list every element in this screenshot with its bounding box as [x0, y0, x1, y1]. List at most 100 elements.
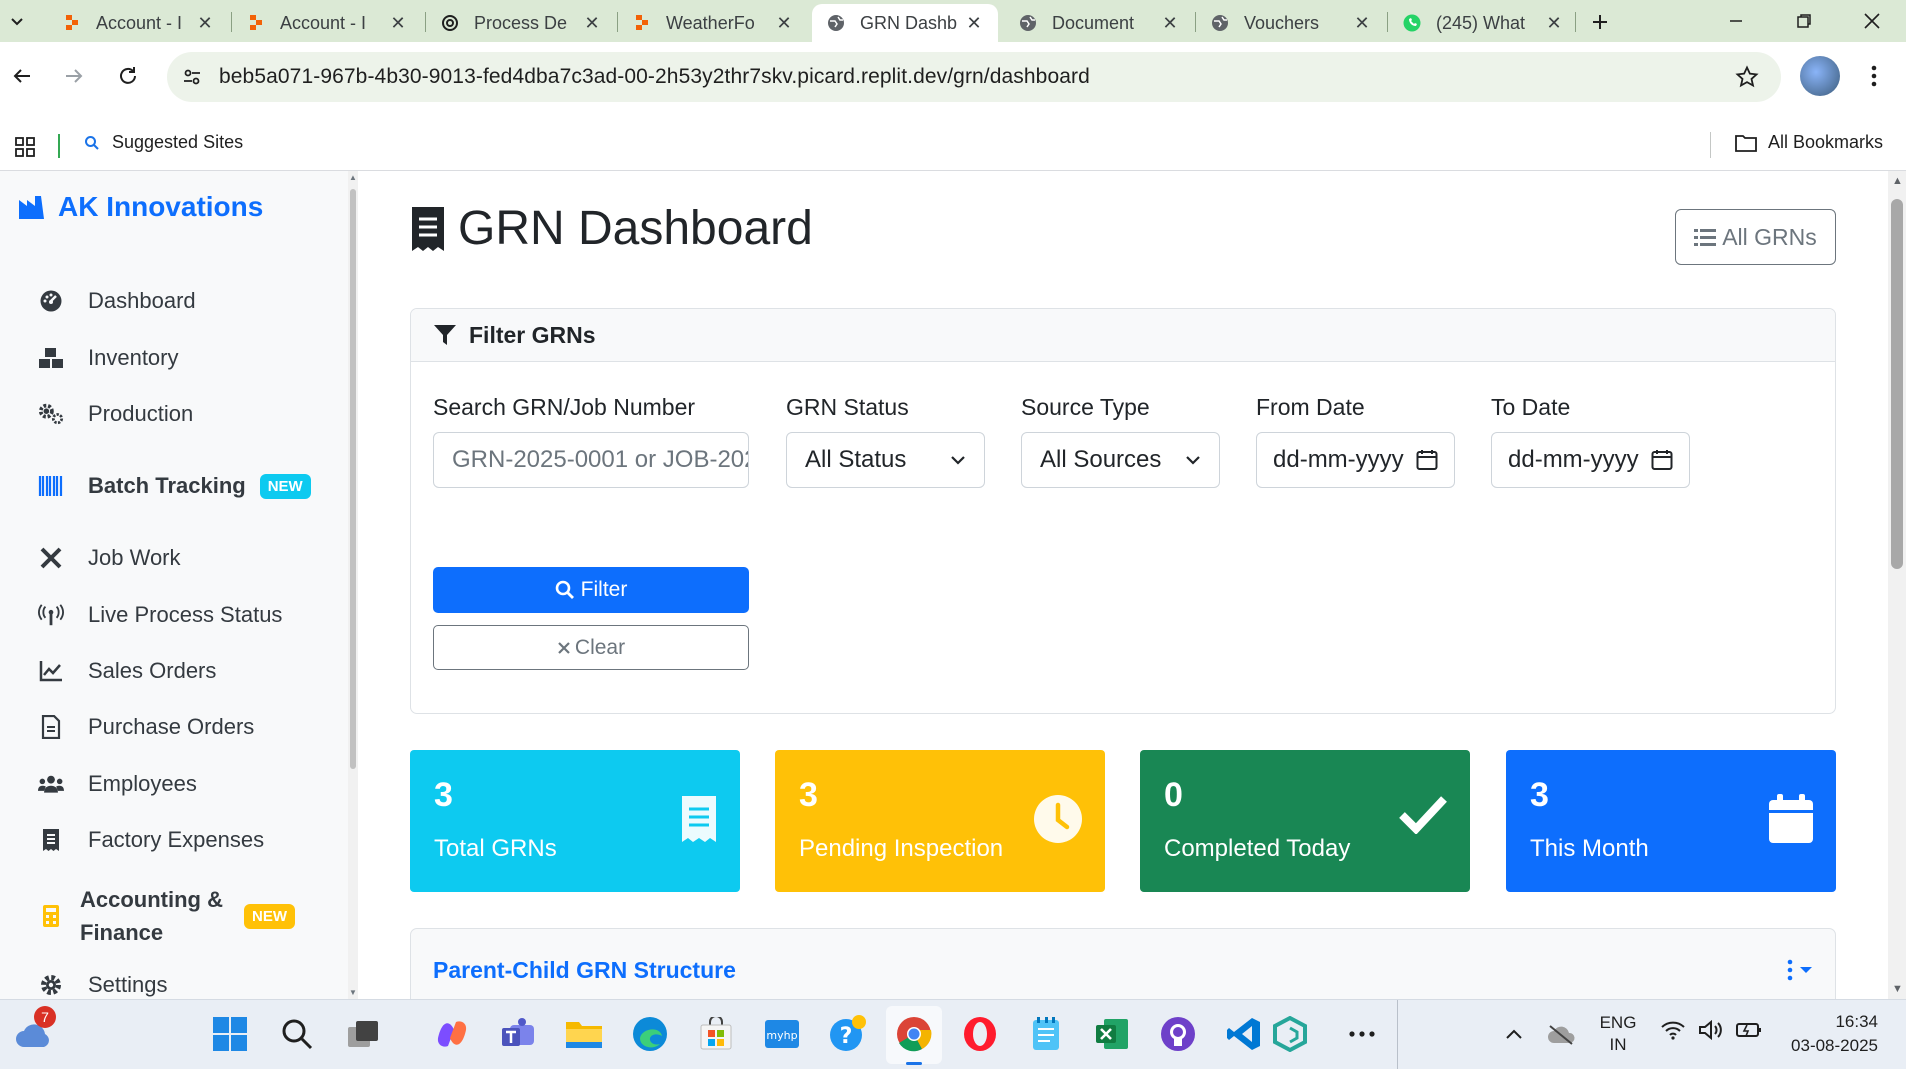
forward-button[interactable]	[54, 56, 94, 96]
sidebar-item-batch-tracking[interactable]: Batch Tracking NEW	[38, 473, 311, 499]
sidebar-item-production[interactable]: Production	[38, 401, 193, 427]
browser-tab-active[interactable]: GRN Dashb ✕	[812, 4, 998, 42]
page-scrollbar[interactable]: ▲ ▼	[1888, 171, 1906, 999]
close-icon[interactable]: ✕	[774, 13, 794, 34]
status-label: GRN Status	[786, 394, 909, 420]
start-button[interactable]	[210, 1014, 250, 1054]
sidebar-item-purchase-orders[interactable]: Purchase Orders	[38, 714, 254, 740]
taskbar-app-store[interactable]	[696, 1014, 736, 1054]
new-tab-button[interactable]	[1584, 6, 1616, 38]
all-bookmarks-button[interactable]: All Bookmarks	[1734, 132, 1883, 153]
taskbar-search[interactable]	[277, 1014, 317, 1054]
minimize-button[interactable]	[1706, 0, 1766, 42]
brand-logo[interactable]: AK Innovations	[18, 191, 263, 223]
browser-tab[interactable]: Document ✕	[1004, 4, 1194, 42]
sidebar-scrollbar[interactable]: ▲ ▼	[348, 171, 358, 999]
arrow-right-icon	[63, 65, 85, 87]
browser-menu-button[interactable]	[1862, 56, 1886, 96]
tab-search-button[interactable]	[0, 0, 34, 42]
close-icon[interactable]: ✕	[1544, 13, 1564, 34]
browser-tab[interactable]: Account - I ✕	[48, 4, 228, 42]
profile-avatar[interactable]	[1800, 56, 1840, 96]
close-window-button[interactable]	[1842, 0, 1902, 42]
browser-tab[interactable]: WeatherFo ✕	[618, 4, 808, 42]
taskbar-app-vscode[interactable]	[1224, 1014, 1264, 1054]
browser-tab[interactable]: (245) What ✕	[1388, 4, 1578, 42]
clock-date: 03-08-2025	[1791, 1036, 1878, 1055]
close-icon[interactable]: ✕	[1160, 13, 1180, 34]
sidebar-item-employees[interactable]: Employees	[38, 771, 197, 797]
taskbar-app-teams[interactable]	[498, 1014, 538, 1054]
chevron-down-icon	[1185, 454, 1201, 466]
sidebar-item-live-process-status[interactable]: Live Process Status	[38, 602, 282, 628]
card-menu-dropdown[interactable]	[1787, 959, 1813, 981]
to-date-input[interactable]: dd-mm-yyyy	[1491, 432, 1690, 488]
close-icon[interactable]: ✕	[196, 13, 214, 34]
sidebar-item-factory-expenses[interactable]: Factory Expenses	[38, 827, 264, 853]
sidebar-item-job-work[interactable]: Job Work	[38, 545, 181, 571]
system-tray[interactable]	[1660, 1020, 1762, 1040]
scrollbar-thumb[interactable]	[350, 189, 356, 769]
close-icon[interactable]: ✕	[388, 13, 408, 34]
clear-button[interactable]: Clear	[433, 625, 749, 670]
stat-card-completed-today[interactable]: 0 Completed Today	[1140, 750, 1470, 892]
browser-tab[interactable]: Account - I ✕	[232, 4, 422, 42]
source-select[interactable]: All Sources	[1021, 432, 1220, 488]
bookmark-suggested-sites[interactable]: Suggested Sites	[84, 132, 243, 153]
calendar-icon[interactable]	[1416, 449, 1438, 471]
taskbar-app-cube[interactable]	[1270, 1014, 1310, 1054]
onedrive-tray[interactable]	[1542, 1014, 1582, 1054]
sidebar-item-accounting-finance[interactable]: Accounting & Finance NEW	[38, 883, 295, 949]
new-badge: NEW	[259, 473, 311, 499]
show-hidden-icons-button[interactable]	[1494, 1014, 1534, 1054]
stat-card-this-month[interactable]: 3 This Month	[1506, 750, 1836, 892]
browser-tab[interactable]: Process De ✕	[426, 4, 616, 42]
taskbar-app-file-explorer[interactable]	[564, 1014, 604, 1054]
taskbar-app-copilot[interactable]	[432, 1014, 472, 1054]
back-button[interactable]	[2, 56, 42, 96]
site-info-icon[interactable]	[181, 66, 203, 88]
taskbar-app-opera[interactable]	[960, 1014, 1000, 1054]
scrollbar-thumb[interactable]	[1891, 199, 1903, 569]
sidebar-item-dashboard[interactable]: Dashboard	[38, 288, 196, 314]
chevron-up-icon	[1505, 1028, 1523, 1040]
taskbar-app-github[interactable]	[1158, 1014, 1198, 1054]
calendar-icon[interactable]	[1651, 449, 1673, 471]
close-icon[interactable]: ✕	[964, 13, 984, 34]
sidebar-item-settings[interactable]: Settings	[38, 972, 168, 998]
restore-button[interactable]	[1774, 0, 1834, 42]
apps-grid-icon[interactable]	[14, 136, 36, 158]
taskbar-overflow-button[interactable]	[1342, 1014, 1382, 1054]
taskbar-app-myhp[interactable]: myhp	[762, 1014, 802, 1054]
taskbar-app-chrome[interactable]	[894, 1014, 934, 1054]
taskbar-app-edge[interactable]	[630, 1014, 670, 1054]
star-icon[interactable]	[1735, 65, 1759, 89]
sidebar-item-inventory[interactable]: Inventory	[38, 345, 179, 371]
language-indicator[interactable]: ENG IN	[1588, 1012, 1648, 1056]
stat-card-pending-inspection[interactable]: 3 Pending Inspection	[775, 750, 1105, 892]
close-icon[interactable]: ✕	[1352, 13, 1372, 34]
browser-tab[interactable]: Vouchers ✕	[1196, 4, 1386, 42]
sidebar-item-sales-orders[interactable]: Sales Orders	[38, 658, 216, 684]
stat-card-total-grns[interactable]: 3 Total GRNs	[410, 750, 740, 892]
reload-button[interactable]	[108, 56, 148, 96]
opera-icon	[962, 1016, 998, 1052]
task-view-button[interactable]	[343, 1014, 383, 1054]
stat-label: Total GRNs	[434, 835, 557, 862]
weather-widget[interactable]: 7	[14, 1006, 56, 1054]
close-icon[interactable]: ✕	[582, 13, 602, 34]
search-input[interactable]: GRN-2025-0001 or JOB-2025	[433, 432, 749, 488]
taskbar-app-notepad[interactable]	[1026, 1014, 1066, 1054]
search-icon	[84, 135, 100, 151]
taskbar-app-help[interactable]: ?	[828, 1014, 868, 1054]
address-bar[interactable]: beb5a071-967b-4b30-9013-fed4dba7c3ad-00-…	[167, 52, 1781, 102]
bookmark-label: Suggested Sites	[112, 132, 244, 152]
status-select[interactable]: All Status	[786, 432, 985, 488]
all-grns-button[interactable]: All GRNs	[1675, 209, 1836, 265]
from-date-input[interactable]: dd-mm-yyyy	[1256, 432, 1455, 488]
taskbar-app-excel[interactable]	[1092, 1014, 1132, 1054]
clock[interactable]: 16:34 03-08-2025	[1768, 1010, 1878, 1058]
url-text[interactable]: beb5a071-967b-4b30-9013-fed4dba7c3ad-00-…	[219, 65, 1090, 89]
source-label: Source Type	[1021, 394, 1150, 420]
filter-button[interactable]: Filter	[433, 567, 749, 613]
